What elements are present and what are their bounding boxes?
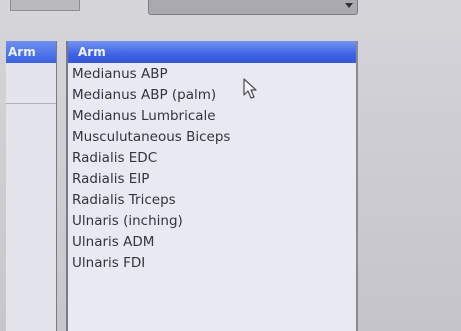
left-list-panel[interactable]: Arm [6, 41, 57, 331]
arm-list-header: Arm [68, 41, 356, 63]
list-item[interactable]: Medianus ABP (palm) [68, 85, 356, 106]
right-area [358, 41, 461, 331]
arm-list-panel[interactable]: Arm Medianus ABP Medianus ABP (palm) Med… [66, 41, 358, 331]
list-item[interactable]: Radialis Triceps [68, 190, 356, 211]
list-item[interactable]: Medianus Lumbricale [68, 106, 356, 127]
top-left-control[interactable] [10, 0, 80, 11]
chevron-down-icon[interactable] [345, 3, 353, 8]
list-item[interactable]: Radialis EIP [68, 169, 356, 190]
list-item[interactable]: Ulnaris FDI [68, 253, 356, 274]
divider [6, 103, 56, 104]
list-item[interactable]: Medianus ABP [68, 64, 356, 85]
mouse-pointer-icon [243, 78, 257, 99]
list-item[interactable]: Radialis EDC [68, 148, 356, 169]
screen: Arm Arm Medianus ABP Medianus ABP (palm)… [0, 0, 461, 331]
top-dropdown[interactable] [148, 0, 358, 15]
list-item[interactable]: Ulnaris ADM [68, 232, 356, 253]
left-list-header: Arm [6, 41, 56, 63]
list-item[interactable]: Ulnaris (inching) [68, 211, 356, 232]
left-list-header-label: Arm [8, 45, 36, 59]
arm-list-header-label: Arm [78, 45, 106, 59]
arm-list: Medianus ABP Medianus ABP (palm) Medianu… [68, 64, 356, 274]
list-item[interactable]: Musculutaneous Biceps [68, 127, 356, 148]
